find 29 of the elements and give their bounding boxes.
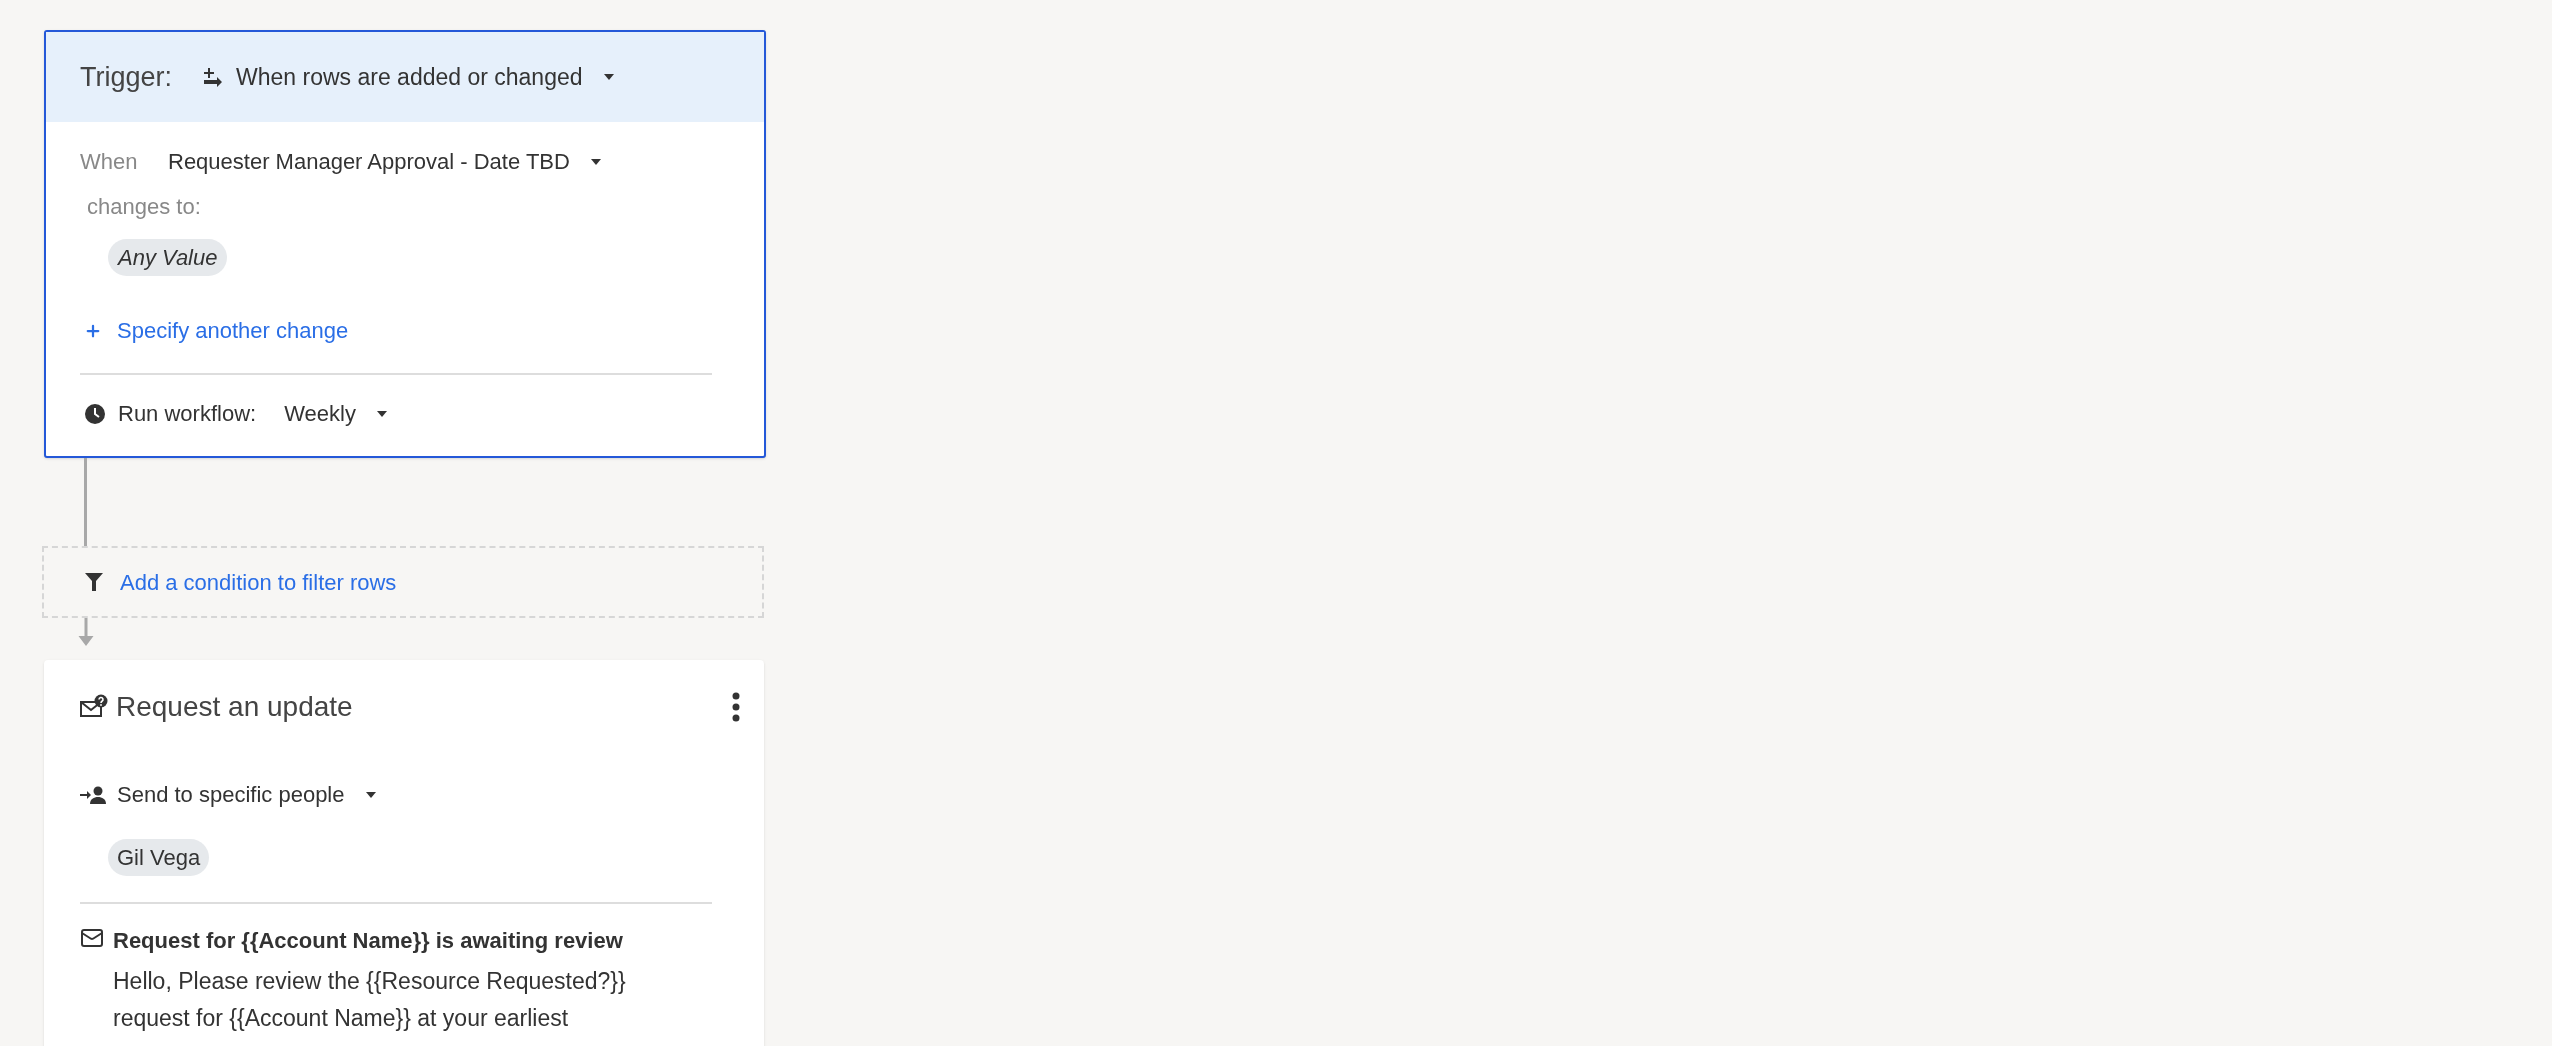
trigger-label: Trigger: [80,60,173,94]
when-label: When [80,148,139,176]
specify-change-link[interactable]: Specify another change [84,314,349,347]
recipient-chip: Gil Vega [108,839,210,876]
trigger-card[interactable]: Trigger: When rows are added or changed When Requester Manager Approval - Date TBD changes to: Any Value Specify another change Run workflow: Weekly [44,30,766,458]
email-subject: Request for {{Account Name}} is awaiting review [113,927,624,955]
caret-icon [602,73,615,81]
person-arrow-icon [80,784,106,805]
kebab-icon [732,692,740,722]
caret-icon [375,409,388,418]
more-options-button[interactable] [732,692,740,722]
add-condition-link[interactable]: Add a condition to filter rows [120,565,397,599]
clock-icon [84,402,106,425]
filter-icon [84,571,104,593]
mail-question-icon [80,694,108,720]
recipients-dropdown[interactable]: Send to specific people [117,778,377,811]
column-dropdown[interactable]: Requester Manager Approval - Date TBD [168,145,602,178]
filter-box[interactable]: Add a condition to filter rows [42,546,764,618]
caret-icon [364,790,377,799]
trigger-event-dropdown[interactable]: When rows are added or changed [202,59,615,95]
value-chip: Any Value [108,239,228,276]
action-title: Request an update [116,690,353,724]
changes-to-label: changes to: [87,193,201,221]
arrow-down-icon [78,618,94,646]
email-message: Hello, Please review the {{Resource Requested?}} request for {{Account Name}} at your earliest [113,967,626,1033]
mail-icon [80,926,104,950]
caret-icon [589,157,602,166]
frequency-dropdown[interactable]: Weekly [284,397,388,430]
run-workflow-label: Run workflow: [118,400,257,428]
